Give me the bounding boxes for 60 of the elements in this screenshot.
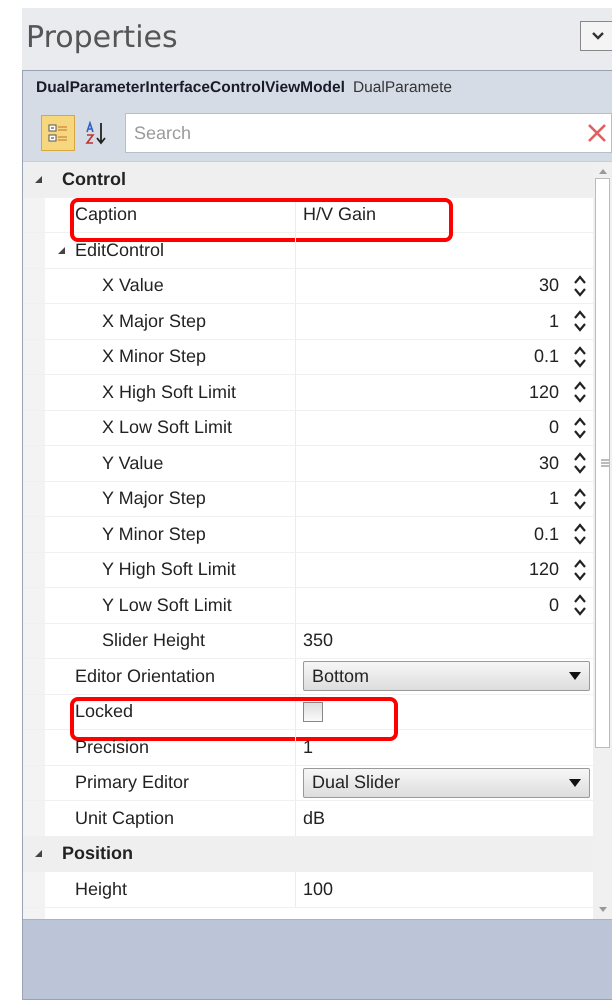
spinner-value[interactable]: 0	[548, 417, 559, 438]
spinner-value[interactable]: 30	[538, 452, 559, 474]
spinner-value[interactable]: 0	[548, 594, 559, 616]
property-name: X High Soft Limit	[45, 375, 296, 410]
collapse-icon[interactable]	[57, 246, 66, 255]
property-value[interactable]: H/V Gain	[303, 204, 376, 226]
property-name: X Low Soft Limit	[45, 410, 296, 445]
property-name: Y High Soft Limit	[45, 552, 296, 587]
property-name: Y Low Soft Limit	[45, 588, 296, 622]
property-value[interactable]: 100	[303, 878, 334, 900]
property-name: Locked	[45, 694, 296, 729]
sort-az-icon	[84, 121, 108, 145]
categorized-view-button[interactable]	[41, 115, 75, 151]
scrollbar-thumb[interactable]	[595, 178, 610, 748]
chevron-down-icon	[591, 31, 605, 41]
spinner-value[interactable]: 0.1	[534, 346, 559, 368]
panel-menu-button[interactable]	[580, 21, 612, 51]
dropdown-arrow-icon	[569, 672, 581, 680]
search-input[interactable]: Search	[126, 122, 587, 144]
dropdown-value: Dual Slider	[312, 772, 400, 794]
property-name: Editor Orientation	[45, 659, 296, 694]
vertical-scrollbar[interactable]	[593, 162, 612, 919]
categorized-icon	[47, 122, 69, 144]
collapse-icon[interactable]	[34, 849, 42, 858]
collapse-icon[interactable]	[34, 174, 42, 184]
property-value[interactable]: 350	[303, 630, 334, 652]
spinner-value[interactable]: 1	[548, 310, 559, 332]
property-name: Height	[45, 872, 296, 906]
property-name: Slider Height	[45, 624, 296, 658]
category-label[interactable]: Control	[62, 168, 126, 190]
property-name: X Major Step	[45, 304, 296, 338]
group-label[interactable]: EditControl	[75, 240, 164, 261]
object-name: DualParamete	[352, 79, 452, 97]
grip-icon	[601, 459, 609, 467]
spinner-value[interactable]: 120	[528, 559, 559, 580]
panel-title: Properties	[26, 20, 178, 54]
dropdown[interactable]: Bottom	[303, 661, 590, 692]
property-name: Y Value	[45, 446, 296, 480]
property-name: X Minor Step	[45, 340, 296, 374]
spinner-value[interactable]: 30	[538, 275, 559, 296]
property-name: Primary Editor	[45, 766, 296, 800]
category-label[interactable]: Position	[62, 843, 133, 864]
checkbox[interactable]	[303, 702, 323, 722]
property-name: Y Minor Step	[45, 517, 296, 552]
property-name: Unit Caption	[45, 801, 296, 836]
property-name: Precision	[45, 730, 296, 764]
property-name: Caption	[45, 198, 296, 232]
object-type: DualParameterInterfaceControlViewModel	[36, 79, 345, 97]
property-name: X Value	[45, 268, 296, 303]
spinner-value[interactable]: 0.1	[534, 524, 559, 545]
property-value[interactable]: dB	[303, 808, 326, 829]
clear-icon[interactable]	[587, 123, 607, 143]
property-name: Y Major Step	[45, 482, 296, 516]
dropdown[interactable]: Dual Slider	[303, 768, 590, 798]
dropdown-arrow-icon	[569, 778, 581, 787]
property-value[interactable]: 1	[303, 736, 314, 758]
spinner-value[interactable]: 120	[528, 382, 559, 403]
spinner-value[interactable]: 1	[548, 488, 559, 510]
search-field[interactable]: Search	[125, 113, 612, 153]
dropdown-value: Bottom	[312, 666, 370, 687]
